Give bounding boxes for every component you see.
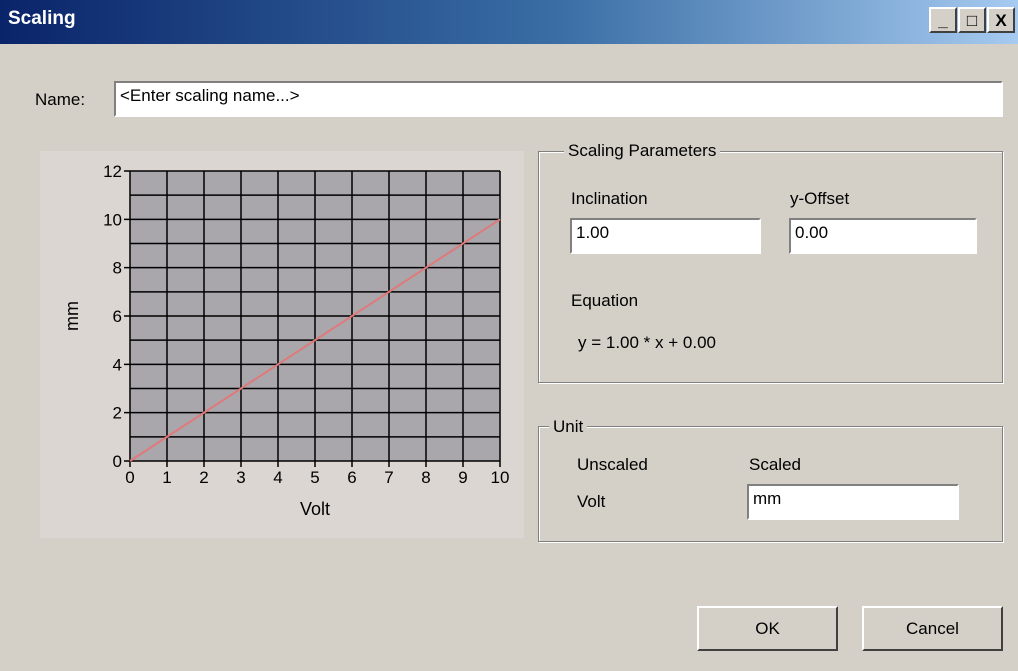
x-tick-label: 3 — [236, 468, 245, 487]
y-tick-label: 12 — [103, 162, 122, 181]
y-tick-label: 10 — [103, 210, 122, 229]
x-tick-label: 8 — [421, 468, 430, 487]
close-button[interactable]: X — [987, 7, 1015, 33]
scaling-chart: 0 1 2 3 4 5 6 7 8 9 10 0 2 4 6 8 10 12 Volt mm — [40, 151, 524, 538]
x-tick-label: 1 — [162, 468, 171, 487]
y-tick-label: 8 — [113, 259, 122, 278]
cancel-button[interactable]: Cancel — [862, 606, 1003, 651]
maximize-button[interactable]: □ — [958, 7, 986, 33]
y-tick-label: 4 — [113, 355, 122, 374]
window-title: Scaling — [8, 8, 76, 29]
x-tick-label: 5 — [310, 468, 319, 487]
minimize-icon: _ — [938, 10, 948, 30]
ok-button-label: OK — [755, 618, 780, 638]
name-label: Name: — [35, 90, 86, 109]
unscaled-label: Unscaled — [577, 455, 648, 474]
ok-button[interactable]: OK — [697, 606, 838, 651]
x-tick-label: 9 — [458, 468, 467, 487]
inclination-input[interactable]: 1.00 — [570, 218, 761, 254]
y-offset-input[interactable]: 0.00 — [789, 218, 977, 254]
scaling-parameters-title: Scaling Parameters — [564, 141, 721, 161]
x-tick-label: 4 — [273, 468, 282, 487]
name-input[interactable]: <Enter scaling name...> — [114, 81, 1003, 117]
x-tick-label: 10 — [491, 468, 510, 487]
cancel-button-label: Cancel — [906, 618, 959, 638]
close-icon: X — [995, 10, 1007, 30]
maximize-icon: □ — [966, 10, 978, 30]
unscaled-unit: Volt — [577, 492, 606, 511]
title-bar[interactable]: Scaling _ □ X — [0, 0, 1018, 44]
y-tick-label: 0 — [113, 452, 122, 471]
y-tick-label: 2 — [113, 404, 122, 423]
scaled-unit-input[interactable]: mm — [747, 484, 959, 520]
y-offset-label: y-Offset — [790, 189, 850, 208]
x-tick-label: 0 — [125, 468, 134, 487]
equation-label: Equation — [571, 291, 639, 310]
unit-title: Unit — [549, 417, 588, 437]
y-axis-label: mm — [62, 301, 82, 331]
x-tick-label: 7 — [384, 468, 393, 487]
chart-svg: 0 1 2 3 4 5 6 7 8 9 10024681012Voltmm — [62, 162, 510, 519]
x-tick-label: 6 — [347, 468, 356, 487]
scaled-label: Scaled — [749, 455, 801, 474]
x-tick-label: 2 — [199, 468, 208, 487]
equation-text: y = 1.00 * x + 0.00 — [578, 333, 716, 352]
inclination-label: Inclination — [571, 189, 648, 208]
y-tick-label: 6 — [113, 307, 122, 326]
minimize-button[interactable]: _ — [929, 7, 957, 33]
x-axis-label: Volt — [300, 499, 330, 519]
